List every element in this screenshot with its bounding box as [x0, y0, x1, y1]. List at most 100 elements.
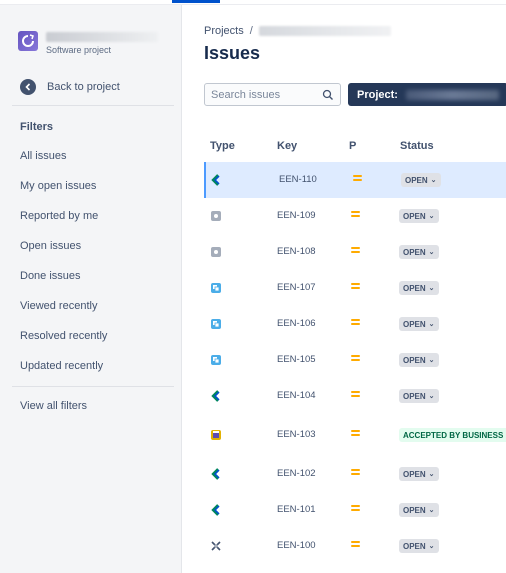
issue-key-link[interactable]: EEN-104	[277, 390, 316, 401]
chevron-down-icon: ⌄	[428, 213, 435, 220]
table-row[interactable]: EEN-104 OPEN ⌄	[204, 378, 506, 414]
chevron-down-icon: ⌄	[428, 357, 435, 364]
filter-resolved-recently[interactable]: Resolved recently	[20, 330, 107, 342]
status-label: ACCEPTED BY BUSINESS	[403, 430, 504, 440]
status-label: OPEN	[403, 469, 426, 479]
filter-reported-by-me[interactable]: Reported by me	[20, 210, 98, 222]
task-issue-type-icon	[210, 210, 222, 222]
status-dropdown[interactable]: OPEN ⌄	[399, 317, 439, 331]
issue-key-link[interactable]: EEN-110	[279, 174, 317, 185]
epic-issue-type-icon	[210, 468, 222, 480]
filters-heading: Filters	[20, 121, 54, 133]
status-label: OPEN	[403, 505, 426, 515]
chevron-down-icon: ⌄	[428, 321, 435, 328]
priority-medium-icon	[351, 283, 360, 291]
chevron-down-icon: ⌄	[428, 507, 435, 514]
table-row[interactable]: EEN-107 OPEN ⌄	[204, 270, 506, 306]
priority-medium-icon	[351, 469, 360, 477]
issue-key-link[interactable]: EEN-102	[277, 468, 316, 479]
issue-key-link[interactable]: EEN-107	[277, 282, 316, 293]
issue-key-link[interactable]: EEN-108	[277, 246, 316, 257]
filter-my-open-issues[interactable]: My open issues	[20, 180, 96, 192]
table-row[interactable]: EEN-105 OPEN ⌄	[204, 342, 506, 378]
priority-medium-icon	[353, 175, 362, 183]
table-row[interactable]: EEN-109 OPEN ⌄	[204, 198, 506, 234]
column-header-priority[interactable]: P	[349, 140, 356, 152]
status-label: OPEN	[403, 247, 426, 257]
table-row[interactable]: EEN-102 OPEN ⌄	[204, 456, 506, 492]
status-label: OPEN	[403, 541, 426, 551]
issue-key-link[interactable]: EEN-100	[277, 540, 316, 551]
active-tab-indicator	[172, 0, 220, 3]
status-dropdown[interactable]: OPEN ⌄	[399, 209, 439, 223]
task-issue-type-icon	[210, 246, 222, 258]
status-label: OPEN	[403, 319, 426, 329]
status-dropdown[interactable]: OPEN ⌄	[401, 173, 441, 187]
back-to-project-label: Back to project	[47, 81, 120, 93]
chevron-down-icon: ⌄	[430, 177, 437, 184]
column-header-status[interactable]: Status	[400, 140, 434, 152]
table-row[interactable]: EEN-101 OPEN ⌄	[204, 492, 506, 528]
issue-key-link[interactable]: EEN-103	[277, 429, 316, 440]
filter-updated-recently[interactable]: Updated recently	[20, 360, 103, 372]
chevron-down-icon: ⌄	[428, 393, 435, 400]
status-dropdown[interactable]: OPEN ⌄	[399, 281, 439, 295]
issue-key-link[interactable]: EEN-109	[277, 210, 316, 221]
priority-medium-icon	[351, 430, 360, 438]
status-dropdown[interactable]: OPEN ⌄	[399, 503, 439, 517]
table-row[interactable]: EEN-103 ACCEPTED BY BUSINESS⌄	[204, 417, 506, 453]
status-dropdown[interactable]: OPEN ⌄	[399, 467, 439, 481]
issue-key-link[interactable]: EEN-101	[277, 504, 316, 515]
search-icon	[322, 89, 333, 100]
project-avatar-icon	[18, 31, 38, 51]
arrow-left-icon	[20, 79, 36, 95]
breadcrumb: Projects /	[204, 25, 391, 37]
status-dropdown[interactable]: OPEN ⌄	[399, 245, 439, 259]
priority-medium-icon	[351, 319, 360, 327]
table-row[interactable]: EEN-106 OPEN ⌄	[204, 306, 506, 342]
status-dropdown[interactable]: ACCEPTED BY BUSINESS⌄	[399, 428, 506, 442]
issue-key-link[interactable]: EEN-106	[277, 318, 316, 329]
filter-all-issues[interactable]: All issues	[20, 150, 66, 162]
chevron-down-icon: ⌄	[428, 471, 435, 478]
project-header[interactable]: Software project	[18, 31, 178, 61]
chevron-down-icon: ⌄	[428, 249, 435, 256]
divider	[12, 386, 174, 387]
table-row[interactable]: EEN-110 OPEN ⌄	[204, 162, 506, 198]
priority-medium-icon	[351, 505, 360, 513]
status-dropdown[interactable]: OPEN ⌄	[399, 389, 439, 403]
chevron-down-icon: ⌄	[428, 543, 435, 550]
status-dropdown[interactable]: OPEN ⌄	[399, 539, 439, 553]
project-filter-value-redacted	[405, 89, 499, 100]
breadcrumb-projects-link[interactable]: Projects	[204, 25, 244, 37]
filter-open-issues[interactable]: Open issues	[20, 240, 81, 252]
table-row[interactable]: EEN-100 OPEN ⌄	[204, 528, 506, 564]
back-to-project-link[interactable]: Back to project	[20, 78, 120, 96]
subtask-issue-type-icon	[210, 354, 222, 366]
column-header-type[interactable]: Type	[210, 140, 235, 152]
search-box[interactable]	[204, 83, 341, 106]
priority-medium-icon	[351, 211, 360, 219]
breadcrumb-project-redacted[interactable]	[258, 26, 391, 36]
filter-viewed-recently[interactable]: Viewed recently	[20, 300, 97, 312]
filter-done-issues[interactable]: Done issues	[20, 270, 81, 282]
table-row[interactable]: EEN-108 OPEN ⌄	[204, 234, 506, 270]
status-dropdown[interactable]: OPEN ⌄	[399, 353, 439, 367]
issue-key-link[interactable]: EEN-105	[277, 354, 316, 365]
divider	[12, 105, 174, 106]
bugtool-issue-type-icon	[210, 540, 222, 552]
status-label: OPEN	[403, 355, 426, 365]
epic-issue-type-icon	[210, 390, 222, 402]
project-name-redacted	[46, 32, 158, 42]
column-header-key[interactable]: Key	[277, 140, 297, 152]
epic-issue-type-icon	[210, 174, 222, 186]
project-filter-button[interactable]: Project:	[348, 83, 506, 106]
breadcrumb-separator: /	[249, 25, 253, 37]
epic-issue-type-icon	[210, 504, 222, 516]
priority-medium-icon	[351, 541, 360, 549]
status-label: OPEN	[403, 283, 426, 293]
search-input[interactable]	[211, 88, 321, 101]
view-all-filters-link[interactable]: View all filters	[20, 400, 87, 412]
priority-medium-icon	[351, 391, 360, 399]
page-title: Issues	[204, 43, 261, 63]
